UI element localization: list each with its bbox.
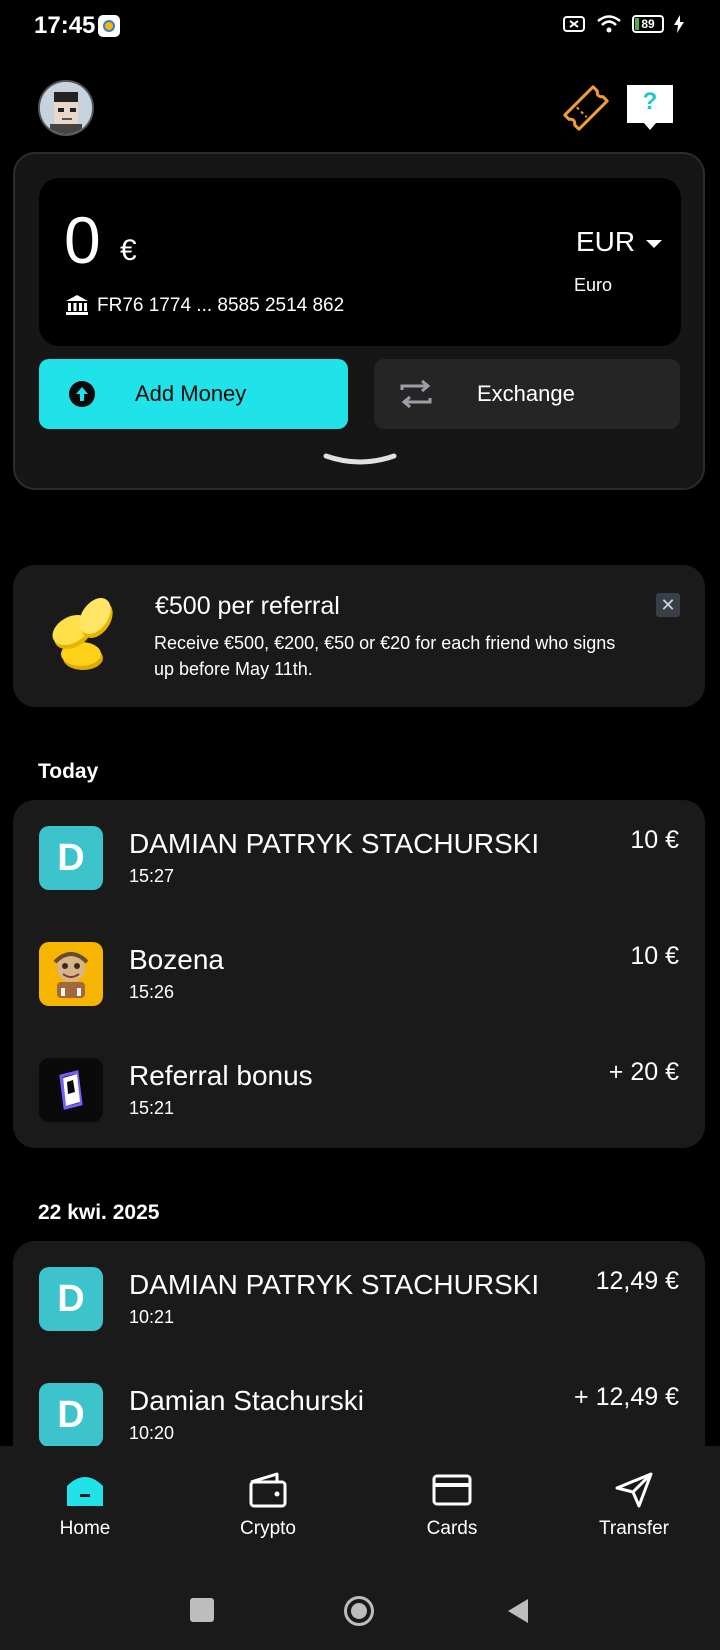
section-label-today: Today [38, 760, 99, 783]
caret-down-icon[interactable] [646, 240, 662, 248]
home-icon [67, 1477, 103, 1506]
close-icon[interactable]: ✕ [656, 593, 680, 617]
contact-initial-icon: D [39, 1267, 103, 1331]
bank-icon [66, 295, 88, 315]
help-question-mark: ? [642, 88, 658, 115]
transaction-time: 15:26 [129, 982, 175, 1002]
send-icon [615, 1472, 653, 1508]
transaction-amount: + 20 € [608, 1058, 679, 1086]
back-triangle-icon[interactable] [506, 1598, 530, 1624]
nav-transfer-label: Transfer [598, 1518, 670, 1539]
add-money-button[interactable]: Add Money [39, 359, 348, 429]
transaction-name: Referral bonus [129, 1060, 313, 1091]
nav-cards-label: Cards [426, 1518, 478, 1539]
transaction-row[interactable]: Bozena 15:26 10 € [13, 916, 705, 1032]
card-icon [432, 1474, 472, 1506]
nav-crypto-label: Crypto [240, 1518, 296, 1539]
expand-chevron-icon[interactable] [322, 452, 398, 468]
avatar[interactable] [38, 80, 94, 136]
section-label-date: 22 kwi. 2025 [38, 1201, 160, 1224]
transaction-time: 15:27 [129, 866, 175, 886]
nav-crypto[interactable]: Crypto [208, 1470, 328, 1540]
transaction-row[interactable]: D DAMIAN PATRYK STACHURSKI 10:21 12,49 € [13, 1241, 705, 1357]
transaction-amount: + 12,49 € [574, 1383, 679, 1411]
no-sim-icon [563, 16, 585, 32]
transaction-amount: 10 € [630, 826, 679, 854]
recent-apps-icon[interactable] [190, 1598, 214, 1622]
bozena-avatar-icon [39, 942, 103, 1006]
add-money-label: Add Money [135, 381, 247, 406]
transaction-time: 15:21 [129, 1098, 175, 1118]
promo-title: €500 per referral [155, 592, 340, 620]
transaction-time: 10:21 [129, 1307, 175, 1327]
transaction-time: 10:20 [129, 1423, 175, 1443]
notification-app-icon [98, 15, 120, 37]
transaction-row[interactable]: D DAMIAN PATRYK STACHURSKI 15:27 10 € [13, 800, 705, 916]
battery-icon: 89 [632, 15, 664, 33]
home-circle-icon[interactable] [344, 1596, 374, 1626]
wifi-icon [597, 15, 621, 33]
contact-initial-icon: D [39, 826, 103, 890]
contact-initial-icon: D [39, 1383, 103, 1447]
status-icons: 89 [562, 14, 684, 34]
battery-level: 89 [641, 17, 655, 31]
referral-bonus-logo-icon [39, 1058, 103, 1122]
pixel-avatar-icon [40, 82, 92, 134]
exchange-arrows-icon [400, 379, 432, 409]
nav-transfer[interactable]: Transfer [574, 1470, 694, 1540]
gold-coins-icon [52, 598, 113, 670]
currency-name: Euro [574, 275, 613, 295]
status-time: 17:45 [34, 12, 96, 39]
transactions-today: D DAMIAN PATRYK STACHURSKI 15:27 10 € Bo… [13, 800, 705, 1148]
transaction-amount: 12,49 € [595, 1267, 679, 1295]
nav-home-label: Home [59, 1518, 111, 1539]
charging-icon [674, 15, 684, 33]
transaction-name: Damian Stachurski [129, 1385, 364, 1416]
iban-text[interactable]: FR76 1774 ... 8585 2514 862 [97, 295, 344, 317]
ticket-button[interactable] [560, 82, 612, 134]
currency-selector[interactable]: EUR [576, 226, 635, 258]
arrow-up-circle-icon [69, 381, 95, 407]
promo-body: Receive €500, €200, €50 or €20 for each … [154, 633, 616, 679]
help-button[interactable]: ? [624, 82, 676, 134]
balance-amount: 0 [64, 203, 101, 277]
exchange-label: Exchange [477, 381, 575, 406]
nav-cards[interactable]: Cards [392, 1470, 512, 1540]
nav-home[interactable]: Home [25, 1470, 145, 1540]
balance-currency-symbol: € [120, 234, 137, 267]
transaction-amount: 10 € [630, 942, 679, 970]
ticket-icon [563, 85, 609, 131]
transaction-name: DAMIAN PATRYK STACHURSKI [129, 1269, 540, 1300]
transaction-name: DAMIAN PATRYK STACHURSKI [129, 828, 540, 859]
exchange-button[interactable]: Exchange [374, 359, 680, 429]
wallet-icon [249, 1472, 287, 1508]
transaction-row[interactable]: Referral bonus 15:21 + 20 € [13, 1032, 705, 1148]
transaction-name: Bozena [129, 944, 224, 975]
